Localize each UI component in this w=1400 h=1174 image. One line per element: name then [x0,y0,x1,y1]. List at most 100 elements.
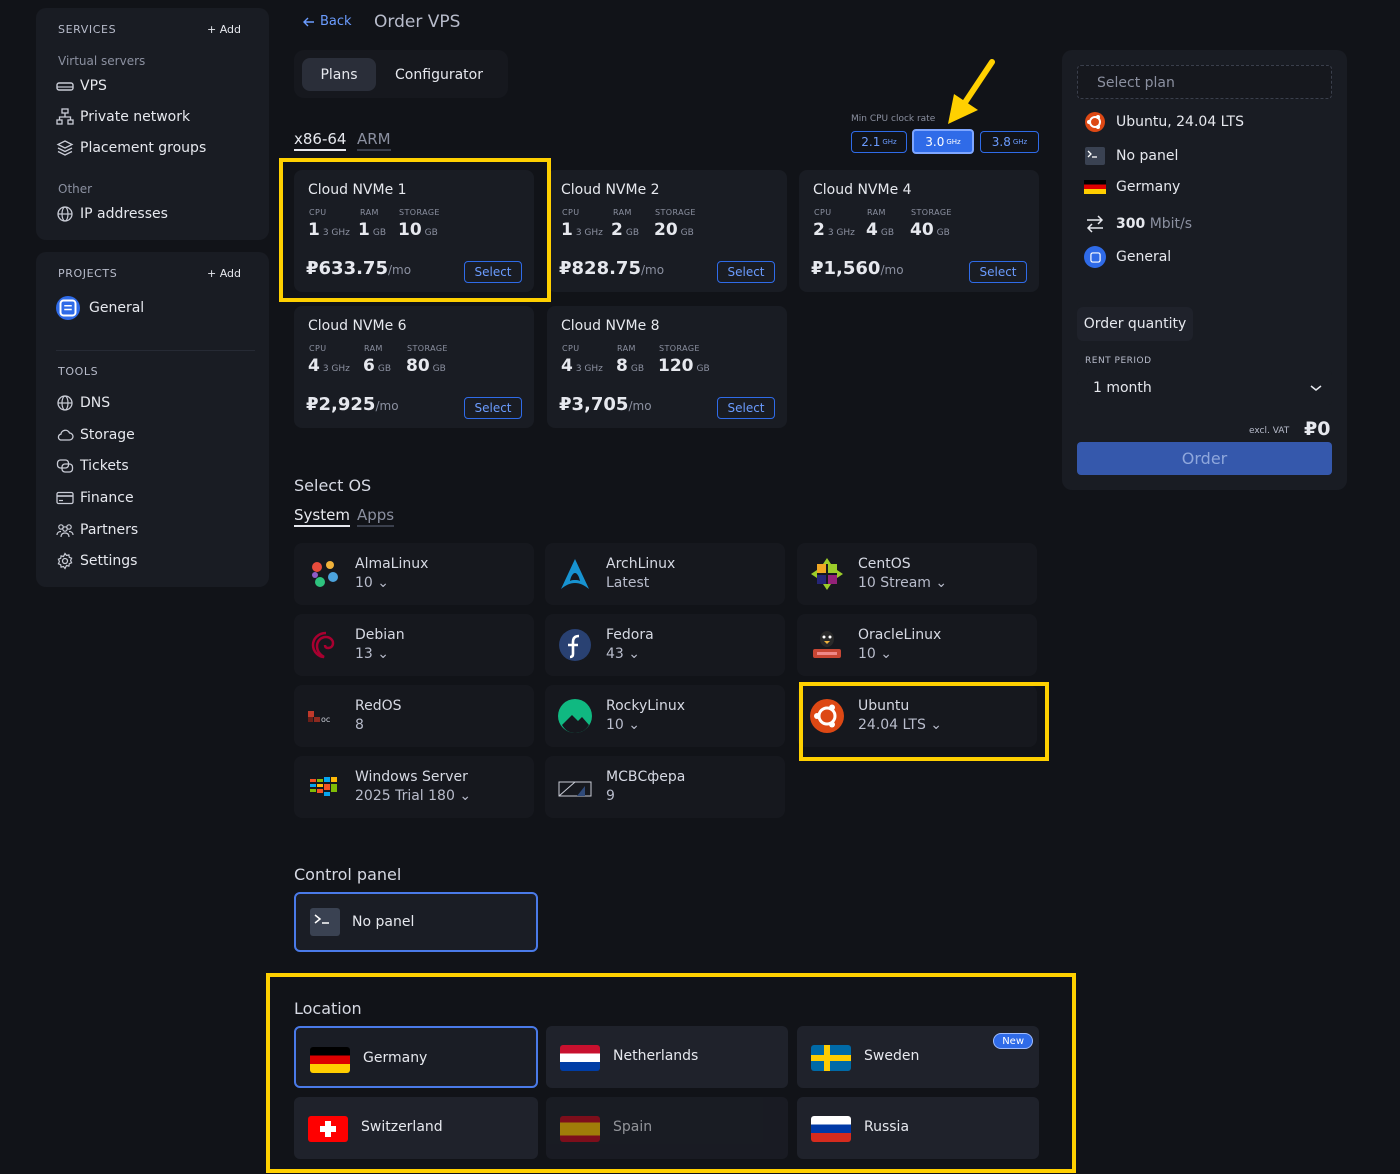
services-header: SERVICES [58,23,117,36]
os-version: Latest [606,575,650,591]
storage-label: STORAGE [655,208,696,217]
clock-unit: GHz [1012,138,1028,146]
plan-name: Cloud NVMe 2 [561,182,660,198]
os-card-centos[interactable]: CentOS 10 Stream ⌄ [797,543,1037,605]
os-version-dropdown[interactable]: 10 ⌄ [355,575,389,591]
sidebar-item-vps[interactable]: VPS [56,74,107,98]
annotation-arrow-icon [948,59,995,124]
tab-system[interactable]: System [294,506,350,527]
order-summary-panel: Select plan Ubuntu, 24.04 LTS No panel G… [1062,50,1347,490]
rent-period-value: 1 month [1093,380,1152,396]
sidebar-item-label: VPS [80,78,107,94]
os-version-dropdown[interactable]: 2025 Trial 180 ⌄ [355,788,471,804]
tab-configurator[interactable]: Configurator [384,58,494,91]
plan-card-nvme-6[interactable]: Cloud NVMe 6 CPU RAM STORAGE 43 GHz 6 GB … [294,306,534,428]
add-project-button[interactable]: + Add [207,267,241,280]
globe-icon [57,395,73,411]
add-service-button[interactable]: + Add [207,23,241,36]
select-plan-button[interactable]: Select [969,261,1027,283]
clock-option-3-8[interactable]: 3.8 GHz [980,131,1039,153]
back-link[interactable]: Back [302,14,352,29]
select-plan-button[interactable]: Select [717,397,775,419]
clock-option-3-0[interactable]: 3.0 GHz [912,129,974,154]
os-card-redos[interactable]: ос RedOS 8 [294,685,534,747]
gear-icon [57,552,73,570]
os-card-windows-server[interactable]: Windows Server 2025 Trial 180 ⌄ [294,756,534,818]
back-label: Back [320,14,352,29]
tools-header: TOOLS [58,365,99,378]
sidebar-item-partners[interactable]: Partners [56,518,138,542]
virtual-servers-label: Virtual servers [58,54,146,68]
clock-option-2-1[interactable]: 2.1 GHz [851,131,907,153]
plan-card-nvme-8[interactable]: Cloud NVMe 8 CPU RAM STORAGE 43 GHz 8 GB … [547,306,787,428]
sidebar-item-ip-addresses[interactable]: IP addresses [56,202,168,226]
tab-arm[interactable]: ARM [357,130,391,151]
control-panel-option-no-panel[interactable]: No panel [294,892,538,952]
order-quantity-button[interactable]: Order quantity [1077,307,1193,341]
chevron-down-icon: ⌄ [628,717,641,733]
plan-card-nvme-2[interactable]: Cloud NVMe 2 CPU RAM STORAGE 13 GHz 2 GB … [547,170,787,292]
rent-period-select[interactable]: 1 month [1077,371,1332,405]
chevron-down-icon: ⌄ [628,646,641,662]
os-card-almalinux[interactable]: AlmaLinux 10 ⌄ [294,543,534,605]
os-name: Debian [355,627,405,643]
sidebar-item-label: Placement groups [80,140,207,156]
sidebar-item-settings[interactable]: Settings [56,549,137,573]
os-card-rockylinux[interactable]: RockyLinux 10 ⌄ [545,685,785,747]
network-icon [56,108,74,125]
os-card-fedora[interactable]: Fedora 43 ⌄ [545,614,785,676]
highlight-box-plan [279,158,551,302]
chevron-down-icon [1310,385,1322,391]
select-plan-field[interactable]: Select plan [1077,65,1332,99]
sidebar-item-private-network[interactable]: Private network [56,105,190,129]
sidebar-item-label: Finance [80,490,134,506]
sidebar-item-placement-groups[interactable]: Placement groups [56,136,206,160]
select-plan-button[interactable]: Select [717,261,775,283]
os-version-dropdown[interactable]: 10 Stream ⌄ [858,575,947,591]
clock-unit: GHz [882,138,897,146]
sidebar-item-finance[interactable]: Finance [56,486,134,510]
select-plan-button[interactable]: Select [464,397,522,419]
sidebar-item-dns[interactable]: DNS [56,391,110,415]
os-card-oraclelinux[interactable]: OracleLinux 10 ⌄ [797,614,1037,676]
chevron-down-icon: ⌄ [880,646,893,662]
os-version-dropdown[interactable]: 43 ⌄ [606,646,640,662]
cloud-icon [57,429,74,441]
plan-name: Cloud NVMe 6 [308,318,407,334]
users-icon [56,524,74,538]
os-card-msvsfera[interactable]: МСВСфера 9 [545,756,785,818]
chevron-down-icon: ⌄ [935,575,948,591]
clock-label: Min CPU clock rate [851,114,936,124]
rent-period-label: RENT PERIOD [1085,356,1152,366]
os-version-dropdown[interactable]: 10 ⌄ [606,717,640,733]
summary-panel-label: No panel [1116,148,1179,164]
os-card-debian[interactable]: Debian 13 ⌄ [294,614,534,676]
tab-plans[interactable]: Plans [302,58,376,91]
plan-card-nvme-4[interactable]: Cloud NVMe 4 CPU RAM STORAGE 23 GHz 4 GB … [799,170,1039,292]
rockylinux-icon [558,699,592,733]
os-version-dropdown[interactable]: 10 ⌄ [858,646,892,662]
clock-unit: GHz [946,137,961,146]
os-name: OracleLinux [858,627,942,643]
germany-flag-icon [1084,180,1106,194]
chat-icon [56,459,74,473]
archlinux-icon [561,559,589,589]
cpu-label: CPU [562,344,580,353]
os-version-dropdown[interactable]: 13 ⌄ [355,646,389,662]
sidebar-item-storage[interactable]: Storage [56,423,135,447]
chevron-down-icon: ⌄ [459,788,472,804]
summary-bandwidth: 300 Mbit/s [1084,213,1192,235]
order-button[interactable]: Order [1077,442,1332,475]
projects-header: PROJECTS [58,267,118,280]
summary-bandwidth-label: 300 Mbit/s [1116,216,1193,232]
storage-value: 80 GB [406,356,446,376]
sidebar-item-project-general[interactable]: General [56,296,144,320]
os-version: 8 [355,717,364,733]
globe-icon [57,206,73,222]
tab-apps[interactable]: Apps [357,506,395,527]
sidebar-item-tickets[interactable]: Tickets [56,454,129,478]
tab-x86-64[interactable]: x86-64 [294,130,347,151]
project-icon [56,296,80,320]
os-card-archlinux[interactable]: ArchLinux Latest [545,543,785,605]
cpu-label: CPU [814,208,832,217]
